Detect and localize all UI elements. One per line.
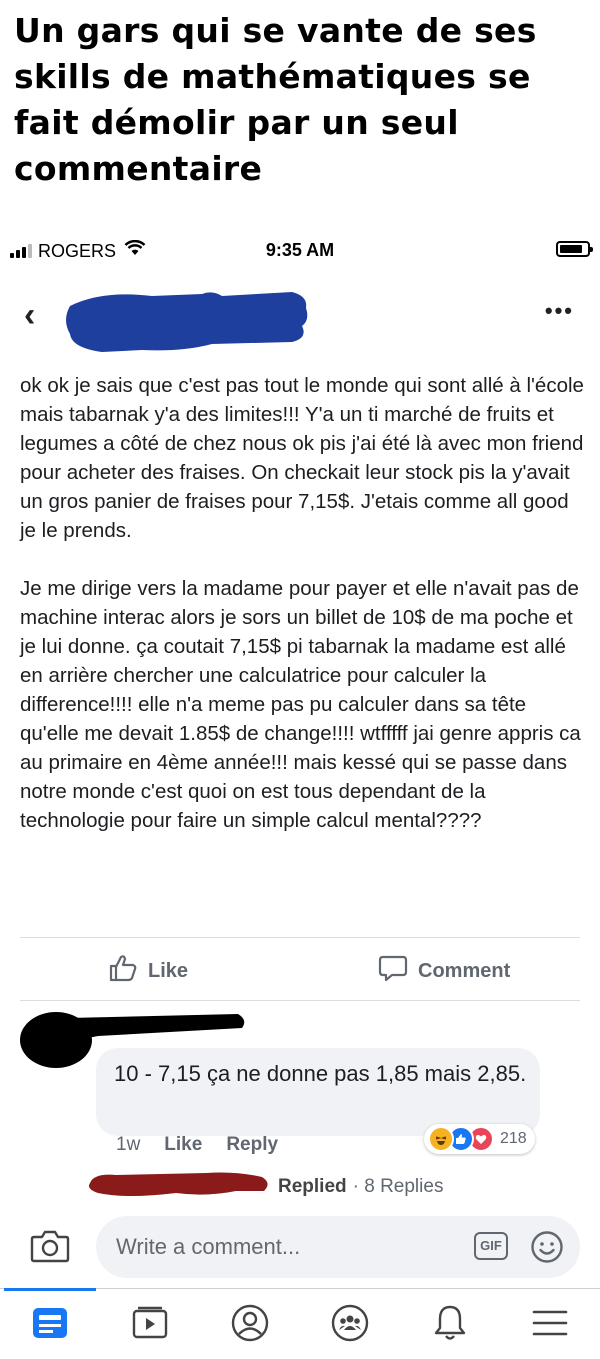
battery-icon (556, 241, 593, 257)
divider (20, 937, 580, 938)
comment-button[interactable]: Comment (378, 954, 510, 988)
tab-watch[interactable] (128, 1303, 172, 1347)
emoji-icon[interactable] (530, 1230, 564, 1269)
post-header: ‹ ••• (0, 280, 600, 360)
comment-input-placeholder: Write a comment... (116, 1234, 301, 1259)
comment-icon (378, 954, 418, 988)
divider (20, 1000, 580, 1001)
profile-icon (230, 1303, 270, 1348)
active-tab-indicator (4, 1288, 96, 1291)
comment-meta: 1w Like Reply (116, 1134, 278, 1156)
post-paragraph: Je me dirige vers la madame pour payer e… (20, 577, 581, 832)
tab-notifications[interactable] (428, 1303, 472, 1347)
bottom-tab-bar (0, 1288, 600, 1359)
tab-groups[interactable] (328, 1303, 372, 1347)
camera-icon[interactable] (30, 1228, 70, 1269)
clock: 9:35 AM (265, 240, 335, 260)
gif-button[interactable]: GIF (474, 1232, 508, 1260)
comment-composer: Write a comment... GIF (0, 1216, 600, 1280)
comment-time: 1w (116, 1134, 141, 1155)
tab-news-feed[interactable] (28, 1303, 72, 1347)
post-actions: Like Comment (0, 940, 600, 1000)
comment-bubble: 10 - 7,15 ça ne donne pas 1,85 mais 2,85… (96, 1048, 540, 1136)
news-feed-icon (31, 1305, 69, 1346)
video-icon (130, 1305, 170, 1346)
comment-label: Comment (418, 959, 511, 982)
post-paragraph: ok ok je sais que c'est pas tout le mond… (20, 374, 584, 542)
status-bar: ROGERS 9:35 AM (0, 232, 600, 268)
back-icon[interactable]: ‹ (24, 296, 35, 335)
replied-label: Replied (278, 1176, 347, 1197)
like-label: Like (148, 959, 189, 982)
like-button[interactable]: Like (108, 954, 188, 988)
redacted-author-name (62, 286, 312, 361)
comment-input[interactable]: Write a comment... GIF (96, 1216, 580, 1278)
post-body: ok ok je sais que c'est pas tout le mond… (20, 371, 590, 835)
redacted-replier (86, 1169, 272, 1205)
reactions-summary[interactable]: 218 (424, 1124, 535, 1154)
thumbs-up-icon (108, 954, 148, 988)
replies-count: · 8 Replies (352, 1176, 444, 1197)
reaction-count: 218 (500, 1130, 527, 1147)
comment-like-link[interactable]: Like (164, 1134, 202, 1156)
menu-icon (531, 1307, 569, 1344)
comment-text: 10 - 7,15 ça ne donne pas 1,85 mais 2,85… (114, 1061, 527, 1086)
haha-icon (428, 1126, 454, 1152)
groups-icon (330, 1303, 370, 1348)
meme-title: Un gars qui se vante de ses skills de ma… (14, 11, 537, 188)
bell-icon (432, 1303, 468, 1348)
comment-reply-link[interactable]: Reply (226, 1134, 278, 1156)
tab-menu[interactable] (528, 1303, 572, 1347)
view-replies-link[interactable]: Replied · 8 Replies (86, 1170, 443, 1204)
tab-profile[interactable] (228, 1303, 272, 1347)
more-options-icon[interactable]: ••• (545, 298, 574, 324)
